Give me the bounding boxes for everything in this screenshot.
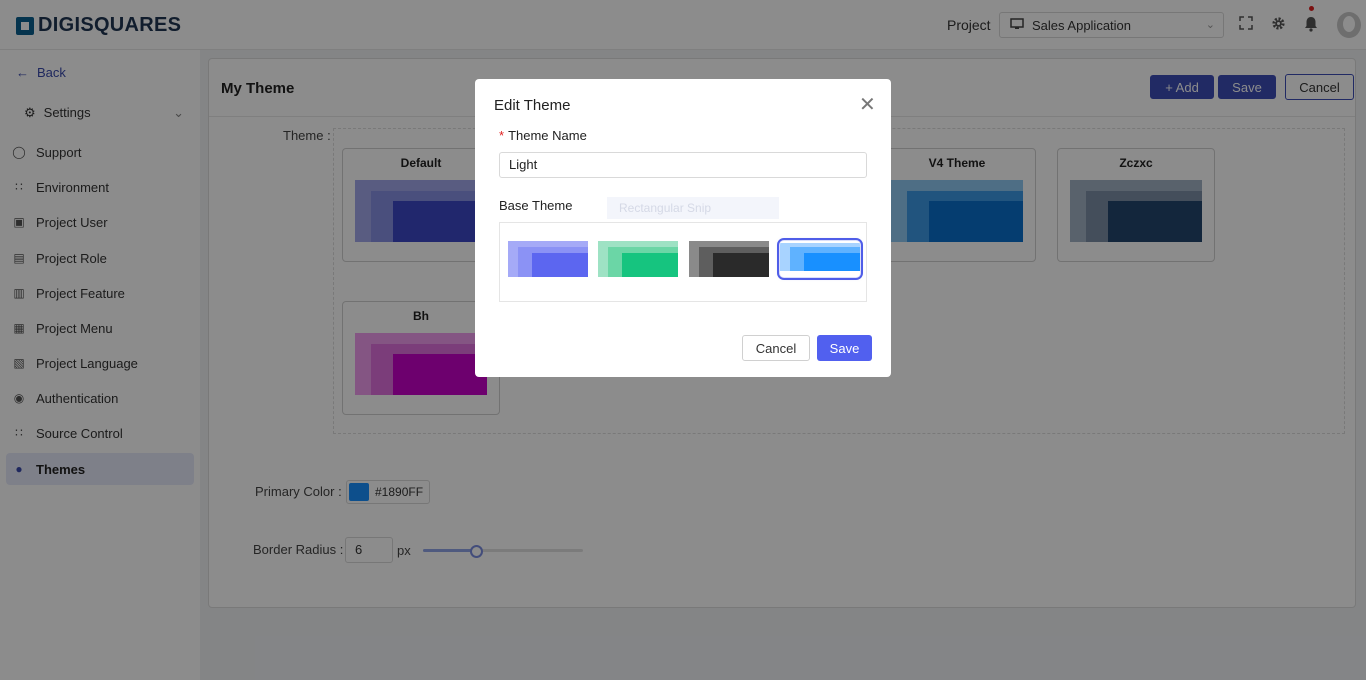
base-theme-picker [499, 222, 867, 302]
preview-layer [713, 253, 769, 277]
preview-layer [622, 253, 678, 277]
base-theme-option-selected[interactable] [777, 238, 863, 280]
preview-layer [532, 253, 588, 277]
ghost-tooltip: Rectangular Snip [607, 197, 779, 219]
modal-cancel-button[interactable]: Cancel [742, 335, 810, 361]
modal-save-button[interactable]: Save [817, 335, 872, 361]
close-icon[interactable]: ✕ [859, 92, 876, 117]
base-theme-label: Base Theme [499, 198, 573, 213]
required-mark: * [499, 128, 505, 143]
modal-title: Edit Theme [494, 97, 571, 114]
base-theme-option[interactable] [508, 241, 588, 277]
theme-name-input[interactable]: Light [499, 152, 867, 178]
edit-theme-modal: Edit Theme ✕ * Theme Name Light Base Them… [475, 79, 891, 377]
base-theme-option[interactable] [598, 241, 678, 277]
theme-name-label: * Theme Name [499, 128, 587, 143]
preview-layer [804, 253, 860, 271]
base-theme-option[interactable] [689, 241, 769, 277]
theme-name-label-text: Theme Name [508, 128, 587, 143]
